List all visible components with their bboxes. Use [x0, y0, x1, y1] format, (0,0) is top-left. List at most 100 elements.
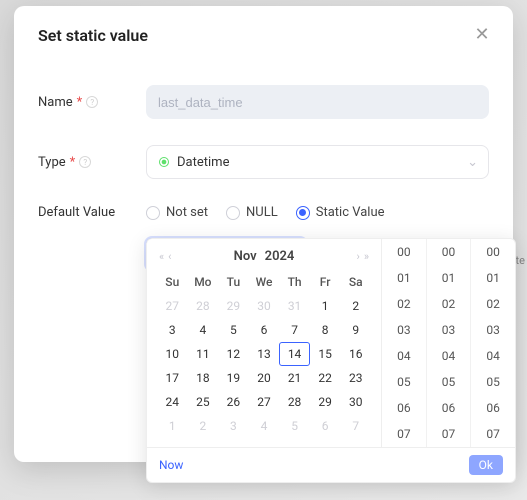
- time-cell[interactable]: 01: [427, 265, 471, 291]
- weekday-label: Mo: [188, 270, 219, 294]
- day-cell[interactable]: 25: [188, 390, 219, 414]
- day-cell[interactable]: 24: [157, 390, 188, 414]
- time-cell[interactable]: 03: [427, 317, 471, 343]
- day-cell[interactable]: 1: [310, 294, 341, 318]
- day-cell[interactable]: 14: [279, 342, 310, 366]
- time-cell[interactable]: 00: [382, 239, 426, 265]
- prev-month-icon: ‹: [168, 250, 171, 263]
- radio-static-value[interactable]: Static Value: [296, 205, 385, 220]
- day-cell[interactable]: 21: [279, 366, 310, 390]
- day-cell[interactable]: 6: [310, 414, 341, 438]
- name-label: Name * ?: [38, 95, 146, 110]
- chevron-down-icon: ⌄: [467, 155, 478, 170]
- day-cell[interactable]: 27: [157, 294, 188, 318]
- day-cell[interactable]: 9: [340, 318, 371, 342]
- day-cell[interactable]: 22: [310, 366, 341, 390]
- time-cell[interactable]: 05: [382, 369, 426, 395]
- day-cell[interactable]: 17: [157, 366, 188, 390]
- time-cell[interactable]: 02: [427, 291, 471, 317]
- now-button[interactable]: Now: [159, 458, 183, 472]
- default-value-label: Default Value: [38, 205, 146, 220]
- day-cell[interactable]: 8: [310, 318, 341, 342]
- time-cell[interactable]: 07: [471, 421, 515, 447]
- type-label: Type * ?: [38, 155, 146, 170]
- calendar-grid: SuMoTuWeThFrSa27282930311234567891011121…: [157, 270, 371, 438]
- day-cell[interactable]: 5: [279, 414, 310, 438]
- day-cell[interactable]: 4: [188, 318, 219, 342]
- radio-not-set-label: Not set: [166, 205, 208, 220]
- prev-year-icon: «: [159, 250, 164, 263]
- type-value: Datetime: [177, 155, 229, 170]
- next-year-icon: »: [364, 250, 369, 263]
- radio-null[interactable]: NULL: [226, 205, 278, 220]
- time-cell[interactable]: 04: [427, 343, 471, 369]
- day-cell[interactable]: 4: [249, 414, 280, 438]
- time-cell[interactable]: 00: [471, 239, 515, 265]
- day-cell[interactable]: 29: [218, 294, 249, 318]
- day-cell[interactable]: 2: [188, 414, 219, 438]
- day-cell[interactable]: 23: [340, 366, 371, 390]
- time-cell[interactable]: 01: [471, 265, 515, 291]
- time-cell[interactable]: 03: [382, 317, 426, 343]
- name-input[interactable]: [146, 85, 489, 119]
- day-cell[interactable]: 13: [249, 342, 280, 366]
- time-cell[interactable]: 02: [382, 291, 426, 317]
- day-cell[interactable]: 5: [218, 318, 249, 342]
- day-cell[interactable]: 27: [249, 390, 280, 414]
- nav-next[interactable]: ›»: [357, 250, 369, 263]
- time-cell[interactable]: 07: [382, 421, 426, 447]
- day-cell[interactable]: 16: [340, 342, 371, 366]
- day-cell[interactable]: 3: [218, 414, 249, 438]
- time-cell[interactable]: 02: [471, 291, 515, 317]
- day-cell[interactable]: 31: [279, 294, 310, 318]
- day-cell[interactable]: 19: [218, 366, 249, 390]
- day-cell[interactable]: 6: [249, 318, 280, 342]
- weekday-label: Tu: [218, 270, 249, 294]
- day-cell[interactable]: 29: [310, 390, 341, 414]
- default-value-radios: Not set NULL Static Value: [146, 205, 489, 220]
- radio-static-label: Static Value: [316, 205, 385, 220]
- day-cell[interactable]: 30: [340, 390, 371, 414]
- time-cell[interactable]: 00: [427, 239, 471, 265]
- time-cell[interactable]: 04: [382, 343, 426, 369]
- time-cell[interactable]: 04: [471, 343, 515, 369]
- date-picker-popup: «‹ Nov2024 ›» SuMoTuWeThFrSa272829303112…: [146, 238, 516, 483]
- day-cell[interactable]: 18: [188, 366, 219, 390]
- next-month-icon: ›: [357, 250, 360, 263]
- type-select[interactable]: Datetime ⌄: [146, 145, 489, 179]
- time-cell[interactable]: 06: [471, 395, 515, 421]
- radio-null-label: NULL: [246, 205, 278, 220]
- time-cell[interactable]: 01: [382, 265, 426, 291]
- day-cell[interactable]: 10: [157, 342, 188, 366]
- time-cell[interactable]: 05: [427, 369, 471, 395]
- radio-not-set[interactable]: Not set: [146, 205, 208, 220]
- time-cell[interactable]: 06: [427, 395, 471, 421]
- time-cell[interactable]: 05: [471, 369, 515, 395]
- day-cell[interactable]: 11: [188, 342, 219, 366]
- calendar-panel: «‹ Nov2024 ›» SuMoTuWeThFrSa272829303112…: [147, 239, 381, 447]
- day-cell[interactable]: 20: [249, 366, 280, 390]
- day-cell[interactable]: 30: [249, 294, 280, 318]
- day-cell[interactable]: 7: [340, 414, 371, 438]
- day-cell[interactable]: 2: [340, 294, 371, 318]
- day-cell[interactable]: 26: [218, 390, 249, 414]
- day-cell[interactable]: 28: [279, 390, 310, 414]
- time-cell[interactable]: 06: [382, 395, 426, 421]
- month-year-label[interactable]: Nov2024: [234, 249, 295, 264]
- day-cell[interactable]: 15: [310, 342, 341, 366]
- time-column: 0001020304050607: [470, 239, 515, 447]
- close-icon[interactable]: ✕: [471, 24, 493, 46]
- day-cell[interactable]: 28: [188, 294, 219, 318]
- day-cell[interactable]: 1: [157, 414, 188, 438]
- weekday-label: Sa: [340, 270, 371, 294]
- time-cell[interactable]: 03: [471, 317, 515, 343]
- ok-button[interactable]: Ok: [469, 455, 503, 475]
- day-cell[interactable]: 3: [157, 318, 188, 342]
- time-column: 0001020304050607: [426, 239, 471, 447]
- time-cell[interactable]: 07: [427, 421, 471, 447]
- day-cell[interactable]: 7: [279, 318, 310, 342]
- modal-title: Set static value: [38, 26, 489, 45]
- day-cell[interactable]: 12: [218, 342, 249, 366]
- nav-prev[interactable]: «‹: [159, 250, 171, 263]
- weekday-label: Fr: [310, 270, 341, 294]
